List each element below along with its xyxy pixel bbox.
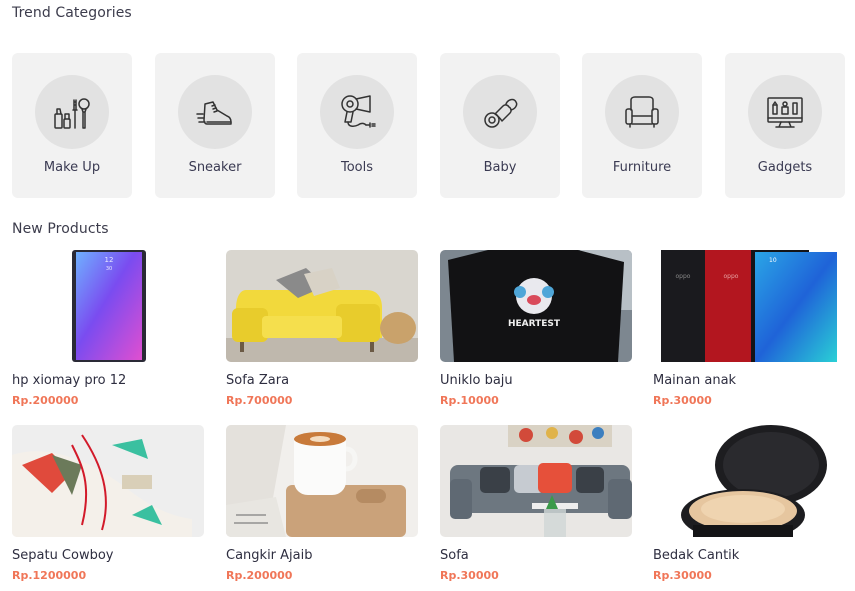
hair-dryer-icon — [341, 95, 376, 128]
product-price: Rp.30000 — [653, 394, 712, 407]
sneaker-icon — [196, 101, 232, 125]
product-price: Rp.30000 — [653, 569, 712, 582]
category-label: Furniture — [612, 160, 672, 175]
product-image: HEARTEST — [440, 250, 632, 362]
category-icon-circle — [463, 75, 537, 149]
product-image — [12, 425, 204, 537]
product-price: Rp.700000 — [226, 394, 293, 407]
product-name: Sepatu Cowboy — [12, 548, 114, 563]
product-image — [440, 425, 632, 537]
product-image — [226, 425, 418, 537]
product-name: Mainan anak — [653, 373, 737, 388]
category-icon-circle — [178, 75, 252, 149]
pacifier-icon — [484, 98, 518, 128]
category-label: Sneaker — [188, 160, 242, 175]
product-card-sofa-zara[interactable]: Sofa Zara Rp.700000 — [226, 250, 418, 412]
category-card-gadgets[interactable]: Gadgets — [725, 53, 845, 198]
svg-text:30: 30 — [106, 266, 112, 272]
product-name: Sofa — [440, 548, 469, 563]
product-card-bedak-cantik[interactable]: Bedak Cantik Rp.30000 — [653, 425, 845, 587]
category-label: Tools — [340, 160, 374, 175]
category-card-sneaker[interactable]: Sneaker — [155, 53, 275, 198]
category-card-tools[interactable]: Tools — [297, 53, 417, 198]
category-card-make-up[interactable]: Make Up — [12, 53, 132, 198]
new-products-title: New Products — [12, 221, 109, 237]
product-name: Sofa Zara — [226, 373, 290, 388]
category-card-furniture[interactable]: Furniture — [582, 53, 702, 198]
category-icon-circle — [35, 75, 109, 149]
product-card-sofa[interactable]: Sofa Rp.30000 — [440, 425, 632, 587]
product-name: Cangkir Ajaib — [226, 548, 313, 563]
product-price: Rp.30000 — [440, 569, 499, 582]
product-card-mainan-anak[interactable]: oppo oppo 10 Mainan anak Rp.30000 — [653, 250, 845, 412]
armchair-icon — [625, 96, 659, 128]
category-label: Make Up — [43, 160, 101, 175]
product-image: oppo oppo 10 — [653, 250, 845, 362]
trend-categories-title: Trend Categories — [12, 5, 132, 21]
makeup-icon — [54, 98, 90, 129]
monitor-icon — [767, 97, 803, 128]
product-name: Bedak Cantik — [653, 548, 740, 563]
svg-text:oppo: oppo — [724, 273, 739, 280]
product-name: hp xiomay pro 12 — [12, 373, 127, 388]
svg-text:12: 12 — [105, 256, 114, 264]
category-card-baby[interactable]: Baby — [440, 53, 560, 198]
product-image: 12 30 — [12, 250, 204, 362]
product-price: Rp.10000 — [440, 394, 499, 407]
svg-text:oppo: oppo — [676, 273, 691, 280]
product-card-cangkir-ajaib[interactable]: Cangkir Ajaib Rp.200000 — [226, 425, 418, 587]
svg-text:HEARTEST: HEARTEST — [508, 319, 561, 329]
product-image — [226, 250, 418, 362]
product-card-sepatu-cowboy[interactable]: Sepatu Cowboy Rp.1200000 — [12, 425, 204, 587]
product-price: Rp.1200000 — [12, 569, 87, 582]
category-icon-circle — [605, 75, 679, 149]
product-price: Rp.200000 — [226, 569, 293, 582]
category-icon-circle — [748, 75, 822, 149]
category-label: Gadgets — [757, 160, 813, 175]
category-list: Make Up Sneaker Tools Baby Furniture Gad… — [12, 53, 845, 198]
product-price: Rp.200000 — [12, 394, 79, 407]
product-card-uniklo-baju[interactable]: HEARTEST Uniklo baju Rp.10000 — [440, 250, 632, 412]
product-card-hp-xiomay[interactable]: 12 30 hp xiomay pro 12 Rp.200000 — [12, 250, 204, 412]
product-image — [653, 425, 845, 537]
category-label: Baby — [483, 160, 517, 175]
category-icon-circle — [320, 75, 394, 149]
product-name: Uniklo baju — [440, 373, 513, 388]
svg-text:10: 10 — [769, 257, 777, 264]
